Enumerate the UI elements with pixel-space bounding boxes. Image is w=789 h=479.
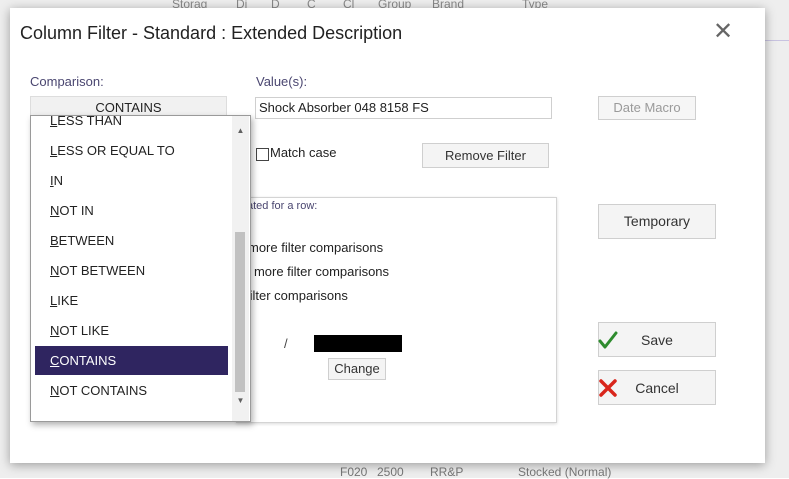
remove-filter-button[interactable]: Remove Filter: [422, 143, 549, 168]
group-panel: ated for a row:: [236, 197, 557, 423]
bg-cell: F020: [340, 465, 368, 479]
save-button[interactable]: Save: [598, 322, 716, 357]
bg-cell: 2500: [377, 465, 404, 479]
dropdown-option-label: OT IN: [59, 203, 94, 218]
bg-header-c: C: [307, 0, 316, 8]
bg-header-brand: Brand: [432, 0, 465, 8]
dropdown-option-label: OT LIKE: [59, 323, 110, 338]
bg-grid-line: [765, 40, 789, 41]
dropdown-option[interactable]: IN: [35, 166, 228, 195]
cancel-button[interactable]: Cancel: [598, 370, 716, 405]
bg-cell: RR&P: [430, 465, 464, 479]
dropdown-option-accel: N: [50, 203, 60, 218]
dropdown-option[interactable]: NOT CONTAINS: [35, 376, 228, 405]
dropdown-option-label: IKE: [57, 293, 79, 308]
dropdown-option[interactable]: NOT BETWEEN: [35, 256, 228, 285]
bg-header-di: Di: [236, 0, 248, 8]
scroll-thumb[interactable]: [235, 232, 245, 392]
dropdown-option-label: N: [53, 173, 64, 188]
dropdown-scrollbar[interactable]: ▲ ▼: [232, 116, 249, 421]
close-icon[interactable]: ✕: [710, 20, 736, 46]
bg-cell: Stocked (Normal): [518, 465, 612, 479]
scroll-down-icon[interactable]: ▼: [232, 394, 249, 408]
dropdown-option-accel: N: [50, 263, 60, 278]
bg-header-storage: Storag: [172, 0, 208, 8]
group-option-3[interactable]: filter comparisons: [246, 288, 348, 303]
dropdown-option[interactable]: LESS OR EQUAL TO: [35, 136, 228, 165]
dropdown-option-accel: N: [50, 383, 60, 398]
group-option-1[interactable]: more filter comparisons: [248, 240, 383, 255]
group-legend: ated for a row:: [247, 200, 318, 212]
values-label: Value(s):: [256, 74, 308, 89]
dialog-title: Column Filter - Standard : Extended Desc…: [20, 23, 403, 43]
dropdown-option-label: ESS OR EQUAL TO: [57, 143, 175, 158]
bg-header-type: Type: [522, 0, 549, 8]
group-option-2[interactable]: r more filter comparisons: [246, 264, 389, 279]
bg-header-d: D: [271, 0, 280, 8]
dropdown-option-label: OT CONTAINS: [59, 383, 148, 398]
bg-header-cl: Cl: [343, 0, 355, 8]
dropdown-option-accel: B: [50, 233, 59, 248]
dropdown-option[interactable]: CONTAINS: [35, 346, 228, 375]
dropdown-option-label: OT BETWEEN: [59, 263, 146, 278]
cancel-label: Cancel: [635, 380, 679, 396]
comparison-dropdown-list[interactable]: LESS THAN LESS OR EQUAL TO IN NOT IN BETWEEN…: [30, 115, 251, 422]
dropdown-option-accel: C: [50, 353, 60, 368]
change-button[interactable]: Change: [328, 358, 386, 380]
scroll-up-icon[interactable]: ▲: [232, 124, 249, 138]
dropdown-option[interactable]: LIKE: [35, 286, 228, 315]
date-macro-button[interactable]: Date Macro: [598, 96, 696, 120]
save-label: Save: [641, 332, 673, 348]
comparison-label: Comparison:: [30, 74, 104, 89]
value-input[interactable]: Shock Absorber 048 8158 FS: [255, 97, 552, 119]
bg-header-group: Group: [378, 0, 412, 8]
match-case-checkbox[interactable]: [256, 148, 269, 161]
separator-slash: /: [284, 336, 288, 351]
temporary-button[interactable]: Temporary: [598, 204, 716, 239]
dropdown-option-label: ETWEEN: [58, 233, 115, 248]
dropdown-option[interactable]: BETWEEN: [35, 226, 228, 255]
dropdown-option[interactable]: NOT IN: [35, 196, 228, 225]
dropdown-option-label: ESS THAN: [57, 115, 123, 128]
redacted-block: [314, 335, 402, 352]
dropdown-option[interactable]: LESS THAN: [35, 115, 228, 135]
dropdown-option-accel: N: [50, 323, 60, 338]
dropdown-option-label: ONTAINS: [59, 353, 117, 368]
match-case-label: Match case: [270, 145, 337, 160]
dropdown-option[interactable]: NOT LIKE: [35, 316, 228, 345]
